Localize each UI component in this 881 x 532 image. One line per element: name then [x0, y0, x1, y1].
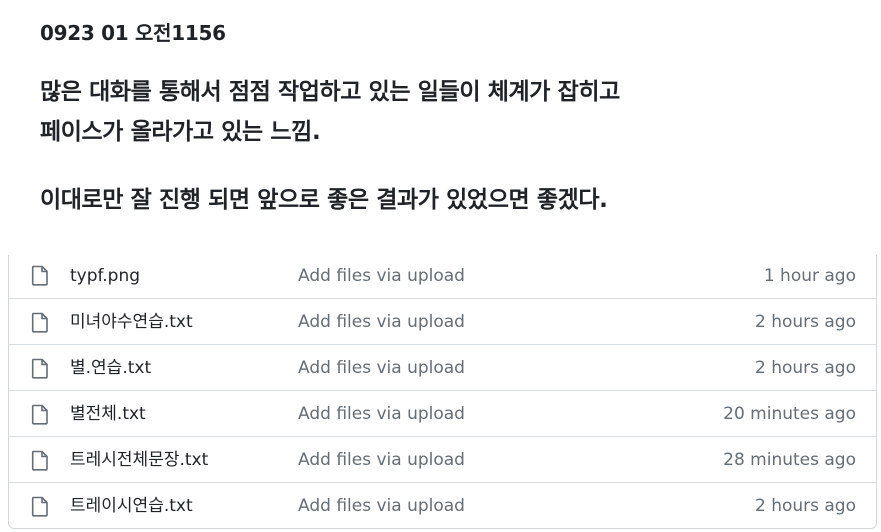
commit-time: 28 minutes ago [723, 450, 856, 470]
file-name-link[interactable]: 별전체.txt [70, 403, 146, 425]
note-line: 페이스가 올라가고 있는 느낌. [40, 119, 321, 145]
note-body: 많은 대화를 통해서 점점 작업하고 있는 일들이 체계가 잡히고 페이스가 올… [40, 72, 860, 220]
file-icon [31, 404, 49, 425]
commit-message-link[interactable]: Add files via upload [298, 495, 465, 517]
note-line: 이대로만 잘 진행 되면 앞으로 좋은 결과가 있었으면 좋겠다. [40, 187, 608, 213]
file-list: typf.png Add files via upload 1 hour ago 미녀… [8, 255, 877, 529]
file-name-link[interactable]: 미녀야수연습.txt [70, 311, 193, 333]
file-icon [31, 265, 49, 286]
file-icon [31, 450, 49, 471]
commit-time: 2 hours ago [754, 496, 856, 516]
file-name-link[interactable]: typf.png [70, 265, 140, 287]
file-name-link[interactable]: 별.연습.txt [70, 357, 151, 379]
note-paragraph: 많은 대화를 통해서 점점 작업하고 있는 일들이 체계가 잡히고 페이스가 올… [40, 72, 860, 152]
note-paragraph: 이대로만 잘 진행 되면 앞으로 좋은 결과가 있었으면 좋겠다. [40, 180, 860, 220]
file-row[interactable]: 미녀야수연습.txt Add files via upload 2 hours ag… [9, 298, 876, 344]
commit-time: 1 hour ago [763, 266, 856, 286]
file-name-link[interactable]: 트레이시연습.txt [70, 495, 193, 517]
commit-time: 2 hours ago [754, 358, 856, 378]
commit-message-link[interactable]: Add files via upload [298, 449, 465, 471]
commit-message-link[interactable]: Add files via upload [298, 265, 465, 287]
file-icon [31, 312, 49, 333]
file-icon [31, 496, 49, 517]
file-row[interactable]: 트레시전체문장.txt Add files via upload 28 minute… [9, 436, 876, 482]
commit-message-link[interactable]: Add files via upload [298, 311, 465, 333]
file-row[interactable]: 트레이시연습.txt Add files via upload 2 hours ag… [9, 482, 876, 528]
commit-time: 20 minutes ago [723, 404, 856, 424]
note-title: 0923 01 오전1156 [40, 21, 226, 45]
file-icon [31, 358, 49, 379]
file-name-link[interactable]: 트레시전체문장.txt [70, 449, 208, 471]
note-content: 0923 01 오전1156 많은 대화를 통해서 점점 작업하고 있는 일들이… [40, 18, 860, 220]
commit-message-link[interactable]: Add files via upload [298, 403, 465, 425]
file-row[interactable]: 별전체.txt Add files via upload 20 minutes ag… [9, 390, 876, 436]
file-row[interactable]: typf.png Add files via upload 1 hour ago [9, 255, 876, 298]
note-line: 많은 대화를 통해서 점점 작업하고 있는 일들이 체계가 잡히고 [40, 79, 620, 105]
commit-message-link[interactable]: Add files via upload [298, 357, 465, 379]
file-row[interactable]: 별.연습.txt Add files via upload 2 hours ago [9, 344, 876, 390]
commit-time: 2 hours ago [754, 312, 856, 332]
